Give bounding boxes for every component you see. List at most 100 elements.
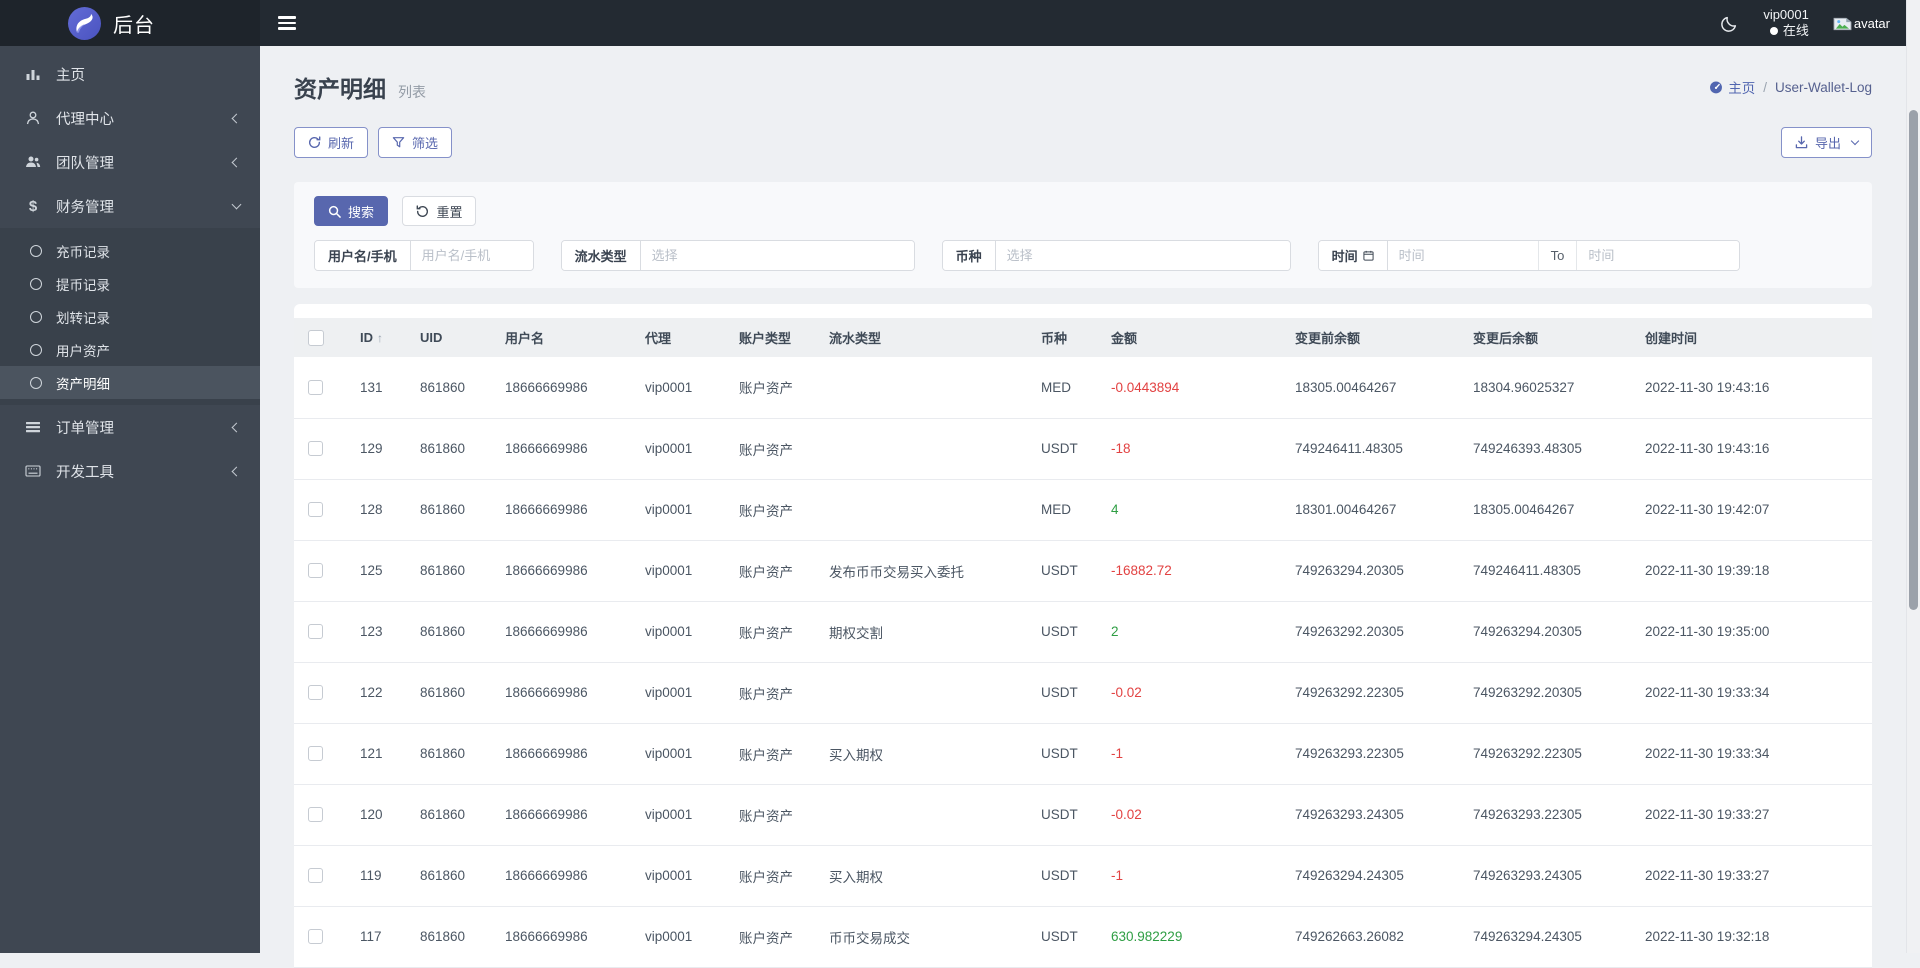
cell-balance-before: 749263293.22305 (1287, 723, 1465, 784)
cell-username: 18666669986 (497, 906, 637, 967)
search-button[interactable]: 搜索 (314, 196, 388, 226)
cell-coin: USDT (1033, 784, 1103, 845)
cell-uid: 861860 (412, 662, 497, 723)
sidebar-submenu: 充币记录提币记录划转记录用户资产资产明细 (0, 228, 260, 405)
date-to-input[interactable] (1577, 241, 1739, 270)
brand[interactable]: 后台 (0, 0, 260, 46)
cell-balance-after: 18304.96025327 (1465, 357, 1637, 418)
cell-amount: -18 (1103, 418, 1287, 479)
flow-type-select[interactable] (641, 241, 914, 270)
scrollbar-thumb[interactable] (1909, 110, 1918, 610)
sidebar-subitem[interactable]: 划转记录 (0, 300, 260, 333)
select-all-checkbox[interactable] (308, 330, 324, 346)
sort-ascending-icon[interactable]: ↑ (377, 331, 383, 345)
breadcrumb-current: User-Wallet-Log (1775, 80, 1872, 95)
cell-amount: -1 (1103, 845, 1287, 906)
menu-toggle-icon[interactable] (278, 16, 296, 29)
cell-balance-before: 18301.00464267 (1287, 479, 1465, 540)
row-checkbox[interactable] (308, 746, 323, 761)
avatar[interactable]: avatar (1833, 16, 1890, 31)
refresh-button[interactable]: 刷新 (294, 127, 368, 158)
column-header[interactable]: 变更后余额 (1465, 318, 1637, 357)
online-status-dot (1770, 27, 1778, 35)
circle-icon (30, 311, 42, 323)
sidebar-item[interactable]: 开发工具 (0, 449, 260, 493)
logo-icon (68, 7, 101, 40)
reset-button[interactable]: 重置 (402, 196, 476, 226)
cell-coin: USDT (1033, 845, 1103, 906)
sidebar-subitem[interactable]: 用户资产 (0, 333, 260, 366)
row-checkbox[interactable] (308, 929, 323, 944)
cell-coin: USDT (1033, 906, 1103, 967)
column-header[interactable]: UID (412, 318, 497, 357)
cell-agent: vip0001 (637, 906, 731, 967)
sidebar-item[interactable]: 订单管理 (0, 405, 260, 449)
filter-button[interactable]: 筛选 (378, 127, 452, 158)
cell-uid: 861860 (412, 418, 497, 479)
avatar-alt-text: avatar (1854, 16, 1890, 31)
sidebar-subitem[interactable]: 提币记录 (0, 267, 260, 300)
cell-balance-before: 749263293.24305 (1287, 784, 1465, 845)
column-header[interactable]: 用户名 (497, 318, 637, 357)
coin-select[interactable] (996, 241, 1290, 270)
table-row: 12286186018666669986vip0001账户资产USDT-0.02… (294, 662, 1872, 723)
cell-created-at: 2022-11-30 19:33:27 (1637, 784, 1872, 845)
row-checkbox[interactable] (308, 380, 323, 395)
row-checkbox[interactable] (308, 441, 323, 456)
cell-coin: USDT (1033, 601, 1103, 662)
username-phone-input[interactable] (411, 241, 533, 270)
row-checkbox[interactable] (308, 502, 323, 517)
cell-id: 123 (352, 601, 412, 662)
cell-agent: vip0001 (637, 662, 731, 723)
circle-icon (30, 344, 42, 356)
row-checkbox[interactable] (308, 624, 323, 639)
column-header[interactable]: 代理 (637, 318, 731, 357)
column-header[interactable]: 账户类型 (731, 318, 821, 357)
select-all-header (294, 318, 352, 357)
page-title: 资产明细 (294, 70, 386, 104)
cell-uid: 861860 (412, 784, 497, 845)
row-checkbox[interactable] (308, 807, 323, 822)
sidebar-item[interactable]: 团队管理 (0, 140, 260, 184)
chevron-left-icon (232, 422, 242, 432)
cell-flow-type: 发布币币交易买入委托 (821, 540, 1033, 601)
sidebar-item[interactable]: $财务管理 (0, 184, 260, 228)
wallet-log-table: ID↑UID用户名代理账户类型流水类型币种金额变更前余额变更后余额创建时间 13… (294, 318, 1872, 968)
chevron-left-icon (232, 466, 242, 476)
breadcrumb-home-link[interactable]: 主页 (1709, 77, 1755, 97)
column-header[interactable]: 币种 (1033, 318, 1103, 357)
cell-username: 18666669986 (497, 418, 637, 479)
toolbar: 刷新 筛选 导出 (294, 127, 1872, 158)
row-checkbox[interactable] (308, 563, 323, 578)
export-button[interactable]: 导出 (1781, 127, 1872, 158)
date-from-input[interactable] (1388, 241, 1538, 270)
column-header[interactable]: 变更前余额 (1287, 318, 1465, 357)
cell-coin: USDT (1033, 418, 1103, 479)
sidebar-subitem[interactable]: 资产明细 (0, 366, 260, 399)
column-header[interactable]: 金额 (1103, 318, 1287, 357)
row-checkbox[interactable] (308, 685, 323, 700)
filter-field-time-range: 时间To (1318, 240, 1741, 271)
cell-balance-after: 749263293.22305 (1465, 784, 1637, 845)
column-header[interactable]: 创建时间 (1637, 318, 1872, 357)
cell-uid: 861860 (412, 357, 497, 418)
team-users-icon (24, 154, 42, 170)
user-info[interactable]: vip0001 在线 (1763, 7, 1809, 39)
row-checkbox[interactable] (308, 868, 323, 883)
sidebar-subitem[interactable]: 充币记录 (0, 234, 260, 267)
cell-coin: MED (1033, 357, 1103, 418)
sidebar-item[interactable]: 主页 (0, 52, 260, 96)
cell-id: 125 (352, 540, 412, 601)
cell-id: 121 (352, 723, 412, 784)
table-row: 11786186018666669986vip0001账户资产币币交易成交USD… (294, 906, 1872, 967)
breadcrumb-separator: / (1763, 80, 1767, 95)
column-header[interactable]: ID↑ (352, 318, 412, 357)
vertical-scrollbar[interactable] (1906, 0, 1920, 953)
dark-mode-moon-icon[interactable] (1720, 14, 1739, 33)
cell-username: 18666669986 (497, 540, 637, 601)
table-row: 12586186018666669986vip0001账户资产发布币币交易买入委… (294, 540, 1872, 601)
download-icon (1795, 136, 1808, 149)
sidebar-item[interactable]: 代理中心 (0, 96, 260, 140)
column-header[interactable]: 流水类型 (821, 318, 1033, 357)
refresh-icon (308, 136, 321, 149)
